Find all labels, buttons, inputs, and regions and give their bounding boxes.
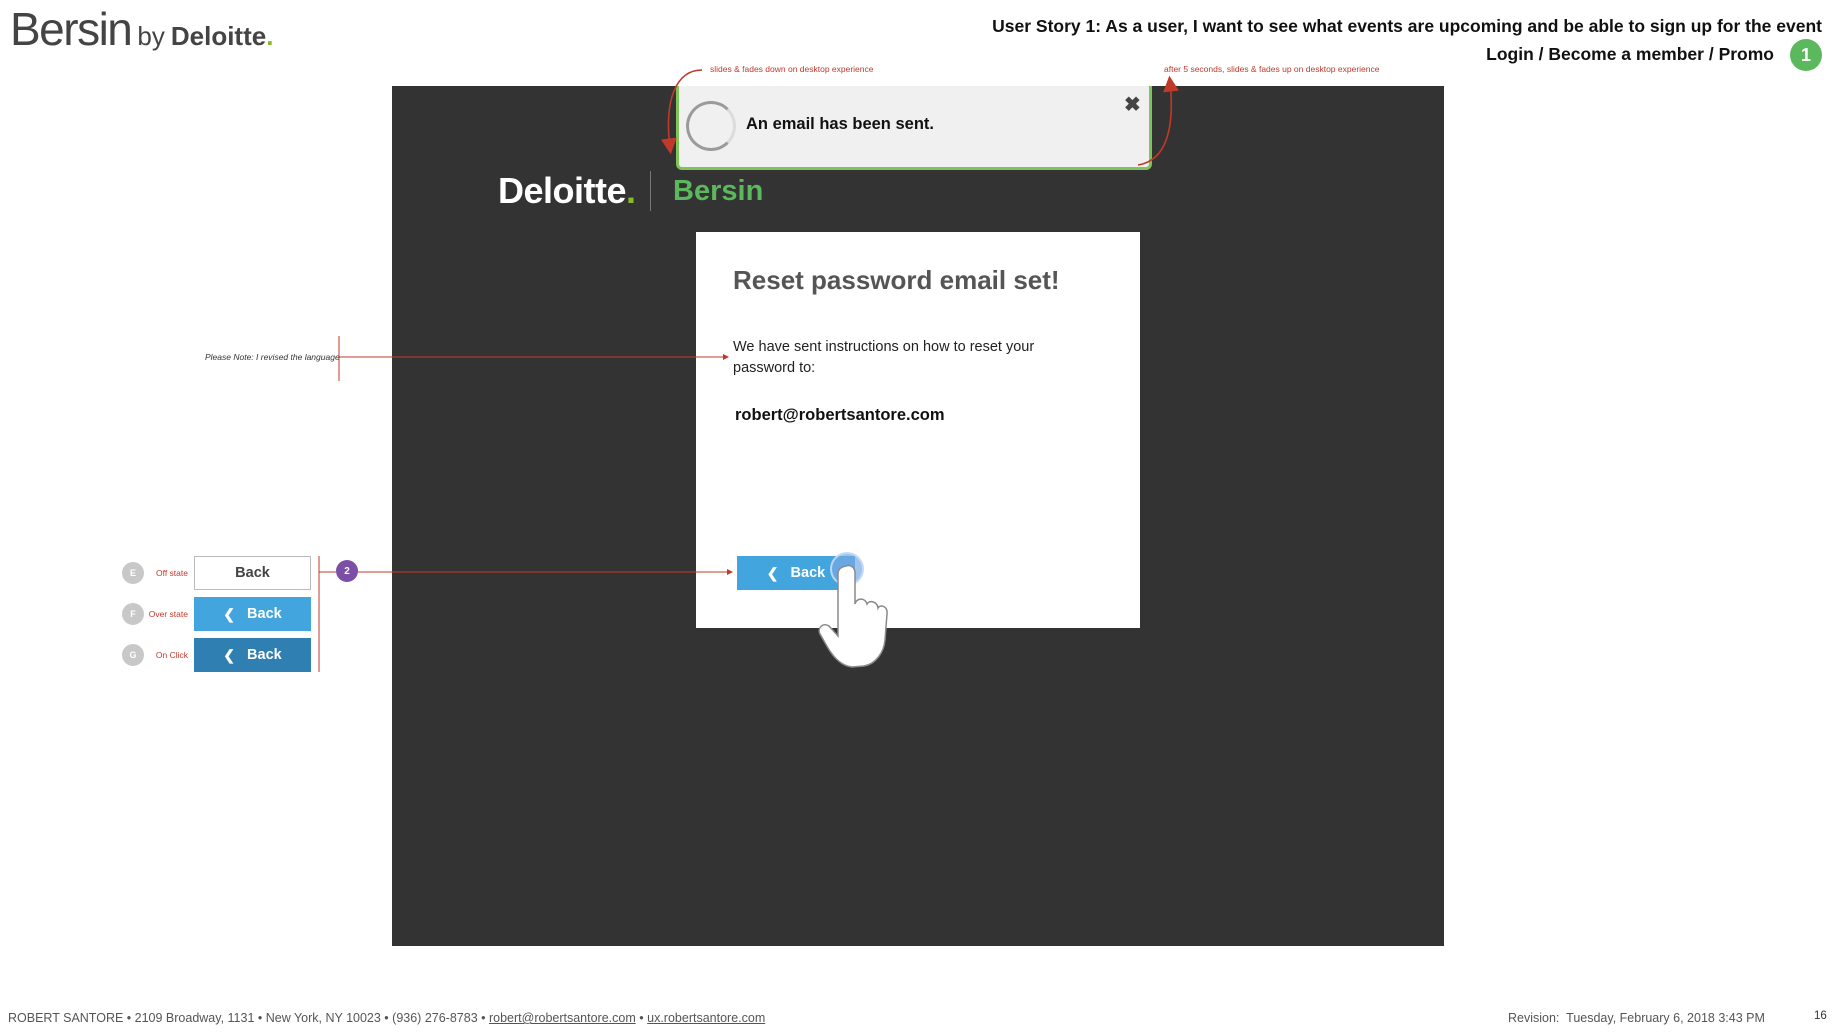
revision-info: Revision: Tuesday, February 6, 2018 3:43… bbox=[1508, 1011, 1765, 1025]
state-letter: G bbox=[122, 644, 144, 666]
revision-label: Revision: bbox=[1508, 1011, 1560, 1025]
back-button-over-state[interactable]: ❮ Back bbox=[194, 597, 311, 631]
revision-date: Tuesday, February 6, 2018 3:43 PM bbox=[1566, 1011, 1765, 1025]
footer-contact: ROBERT SANTORE • 2109 Broadway, 1131 • N… bbox=[8, 1011, 765, 1025]
state-row-off: E Off state Back bbox=[122, 556, 311, 590]
footer-separator: • bbox=[639, 1011, 644, 1025]
chevron-left-icon: ❮ bbox=[223, 605, 236, 622]
slide-up-note: after 5 seconds, slides & fades up on de… bbox=[1164, 64, 1380, 74]
back-button-label: Back bbox=[247, 647, 282, 663]
back-button-off-state[interactable]: Back bbox=[194, 556, 311, 590]
state-letter: F bbox=[122, 603, 144, 625]
chevron-left-icon: ❮ bbox=[223, 646, 236, 663]
language-note: Please Note: I revised the language bbox=[205, 352, 340, 362]
footer-site-link[interactable]: ux.robertsantore.com bbox=[647, 1011, 765, 1025]
slide-down-note: slides & fades down on desktop experienc… bbox=[710, 64, 874, 74]
page-number: 16 bbox=[1814, 1010, 1827, 1022]
state-label: On Click bbox=[155, 650, 188, 660]
footer-address: ROBERT SANTORE • 2109 Broadway, 1131 • N… bbox=[8, 1011, 486, 1025]
annotation-marker: 2 bbox=[336, 560, 358, 582]
back-button-label: Back bbox=[235, 565, 270, 581]
annotation-lines bbox=[318, 69, 1179, 672]
state-row-over: F Over state ❮ Back bbox=[122, 597, 311, 631]
state-row-click: G On Click ❮ Back bbox=[122, 638, 311, 672]
state-letter: E bbox=[122, 562, 144, 584]
state-label: Over state bbox=[148, 609, 188, 619]
state-label: Off state bbox=[156, 568, 188, 578]
back-button-click-state[interactable]: ❮ Back bbox=[194, 638, 311, 672]
back-button-label: Back bbox=[247, 606, 282, 622]
footer-email-link[interactable]: robert@robertsantore.com bbox=[489, 1011, 636, 1025]
